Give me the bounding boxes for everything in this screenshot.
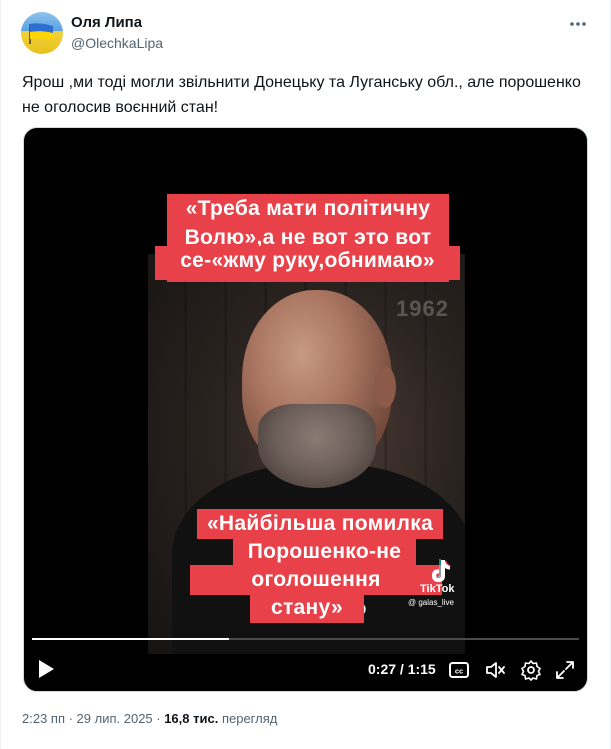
wall-number: 1962 <box>396 296 449 321</box>
tiktok-brand: TikTok <box>420 583 455 595</box>
views-label: перегляд <box>221 711 278 726</box>
caption-bottom-line1: «Найбільша помилка <box>197 509 443 539</box>
captions-icon[interactable]: cc <box>448 659 470 681</box>
post-timestamp[interactable]: 2:23 пп · 29 лип. 2025 · <box>22 711 164 726</box>
author-handle[interactable]: @OlechkaLipa <box>71 35 163 51</box>
avatar[interactable] <box>21 12 63 54</box>
mute-icon[interactable] <box>484 659 506 681</box>
tiktok-user: @ galas_live <box>408 598 454 607</box>
video-player[interactable]: 1962 «Треба мати політичну Волю»,а не во… <box>23 127 588 692</box>
flag-icon <box>29 23 53 44</box>
person-ear <box>374 366 396 408</box>
author-name[interactable]: Оля Липа <box>71 14 142 31</box>
gear-icon[interactable] <box>520 659 542 681</box>
caption-bottom-line4: стану» <box>250 593 364 623</box>
svg-text:cc: cc <box>455 667 463 676</box>
expand-icon[interactable] <box>554 659 576 681</box>
video-progress-bar[interactable] <box>32 638 579 640</box>
tiktok-icon <box>432 559 451 582</box>
more-icon[interactable] <box>568 14 588 34</box>
post-text: Ярош ,ми тоді могли звільнити Донецьку т… <box>22 74 581 116</box>
video-progress-fill <box>32 638 229 640</box>
post-meta: 2:23 пп · 29 лип. 2025 · 16,8 тис. перег… <box>22 711 277 726</box>
tiktok-watermark: TikTok @ galas_live <box>408 558 470 608</box>
person-beard <box>258 404 376 488</box>
caption-top-line2: се-«жму руку,обнимаю» <box>155 246 460 280</box>
video-timecode: 0:27 / 1:15 <box>368 661 436 677</box>
play-icon[interactable] <box>36 658 56 680</box>
caption-bottom-line3: оголошення Воєнного <box>190 565 442 620</box>
tweet-card: Оля Липа @OlechkaLipa Ярош ,ми тоді могл… <box>0 0 611 749</box>
views-count: 16,8 тис. <box>164 711 219 726</box>
caption-bottom-line2: Порошенко-не <box>233 537 416 567</box>
